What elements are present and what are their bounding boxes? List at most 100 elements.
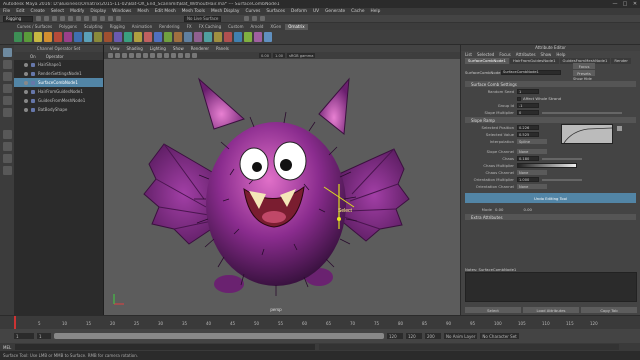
shelf-tab-arnold[interactable]: Arnold [247, 24, 266, 30]
chaos-field[interactable]: 0.180 [517, 156, 539, 161]
scale-tool-icon[interactable] [2, 108, 12, 117]
group-id-field[interactable]: -1 [517, 103, 539, 108]
shelf-tab-sculpting[interactable]: Sculpting [81, 24, 106, 30]
orient-mult-slider[interactable] [542, 178, 582, 181]
menu-deform[interactable]: Deform [291, 9, 307, 14]
affect-whole-strand-checkbox[interactable] [517, 96, 521, 101]
shelf-tab-fx[interactable]: FX [184, 24, 195, 30]
shelf-tool-icon[interactable] [194, 32, 202, 42]
undo-editing-tool-button[interactable]: Undo Editing Tool [465, 193, 636, 203]
shelf-tool-icon[interactable] [44, 32, 52, 42]
shelf-tool-icon[interactable] [94, 32, 102, 42]
visibility-icon[interactable] [24, 71, 28, 76]
isolate-icon[interactable] [185, 53, 190, 58]
shelf-tab-fx-caching[interactable]: FX Caching [196, 24, 224, 30]
shelf-tool-icon[interactable] [264, 32, 272, 42]
attr-menu-help[interactable]: Help [556, 52, 565, 57]
viewport-menu-view[interactable]: View [110, 46, 120, 51]
menu-create[interactable]: Create [31, 9, 45, 14]
shelf-tool-icon[interactable] [24, 32, 32, 42]
film-gate-icon[interactable] [143, 53, 148, 58]
shelf-tab-rendering[interactable]: Rendering [156, 24, 182, 30]
shelf-tool-icon[interactable] [124, 32, 132, 42]
node-name-field[interactable]: SurfaceCombNode1 [501, 69, 561, 75]
shelf-tool-icon[interactable] [134, 32, 142, 42]
select-hierarchy-icon[interactable] [76, 16, 81, 21]
shelf-tab-rigging[interactable]: Rigging [107, 24, 128, 30]
notes-textbox[interactable] [465, 272, 637, 302]
menu-mesh[interactable]: Mesh [137, 9, 148, 14]
menu-file[interactable]: File [3, 9, 10, 14]
slope-channel-dropdown[interactable]: None [517, 149, 547, 154]
chaos-channel-dropdown[interactable]: None [517, 170, 547, 175]
maximize-button[interactable]: □ [620, 1, 630, 7]
focus-button[interactable]: Focus [573, 63, 595, 69]
menu-windows[interactable]: Windows [112, 9, 131, 14]
xray-icon[interactable] [192, 53, 197, 58]
shadows-icon[interactable] [178, 53, 183, 58]
attr-menu-list[interactable]: List [465, 52, 472, 57]
shelf-tool-icon[interactable] [114, 32, 122, 42]
range-slider[interactable] [54, 333, 384, 339]
outliner-item[interactable]: RenderSettingsNode1 [14, 69, 103, 78]
outliner-item[interactable]: GuidesFromMeshNode1 [14, 96, 103, 105]
anim-layer-dropdown[interactable]: No Anim Layer [444, 333, 478, 339]
chaos-slider[interactable] [542, 157, 582, 160]
menu-cache[interactable]: Cache [351, 9, 364, 14]
menu-display[interactable]: Display [90, 9, 106, 14]
menu-edit-mesh[interactable]: Edit Mesh [155, 9, 176, 14]
menu-mesh-display[interactable]: Mesh Display [211, 9, 240, 14]
layout-four-icon[interactable] [2, 142, 12, 151]
shelf-tab-curves-surfaces[interactable]: Curves / Surfaces [14, 24, 55, 30]
shelf-tool-icon[interactable] [254, 32, 262, 42]
shelf-tool-icon[interactable] [54, 32, 62, 42]
load-attributes-button[interactable]: Load Attributes [523, 307, 579, 313]
layout-single-icon[interactable] [2, 130, 12, 139]
textured-icon[interactable] [164, 53, 169, 58]
shelf-tool-icon[interactable] [84, 32, 92, 42]
smooth-shade-icon[interactable] [157, 53, 162, 58]
undo-icon[interactable] [60, 16, 65, 21]
select-object-icon[interactable] [84, 16, 89, 21]
viewport-menu-lighting[interactable]: Lighting [150, 46, 166, 51]
grid-icon[interactable] [136, 53, 141, 58]
rotate-tool-icon[interactable] [2, 96, 12, 105]
menu-modify[interactable]: Modify [70, 9, 84, 14]
new-scene-icon[interactable] [36, 16, 41, 21]
attr-menu-show[interactable]: Show [541, 52, 552, 57]
shelf-tab-polygons[interactable]: Polygons [56, 24, 80, 30]
menu-mesh-tools[interactable]: Mesh Tools [182, 9, 205, 14]
shelf-tool-icon[interactable] [224, 32, 232, 42]
ramp-delete-icon[interactable] [617, 126, 622, 131]
exposure-field[interactable]: 0.00 [259, 53, 272, 58]
shelf-tool-icon[interactable] [184, 32, 192, 42]
slope-ramp-graph[interactable] [561, 124, 613, 144]
time-slider[interactable]: 5 10 15 20 25 30 35 40 45 50 55 60 65 70 75 80 85 90 95 100… [0, 315, 640, 330]
live-surface-field[interactable]: No Live Surface [184, 15, 222, 22]
shelf-tool-icon[interactable] [174, 32, 182, 42]
sel-pos-field[interactable]: 0.226 [517, 125, 539, 130]
viewport-menu-shading[interactable]: Shading [127, 46, 143, 51]
shelf-tool-icon[interactable] [14, 32, 22, 42]
menu-set-dropdown[interactable]: Rigging [3, 15, 33, 22]
redo-icon[interactable] [68, 16, 73, 21]
visibility-icon[interactable] [24, 98, 28, 103]
menu-generate[interactable]: Generate [325, 9, 345, 14]
interp-dropdown[interactable]: Spline [517, 139, 547, 144]
visibility-icon[interactable] [24, 89, 28, 94]
close-button[interactable]: ✕ [630, 1, 640, 7]
snap-point-icon[interactable] [116, 16, 121, 21]
shelf-tool-icon[interactable] [104, 32, 112, 42]
hide-button[interactable]: Hide [584, 77, 592, 81]
viewport-menu-show[interactable]: Show [173, 46, 184, 51]
shelf-tool-icon[interactable] [74, 32, 82, 42]
end-frame-field[interactable]: 120 [406, 333, 422, 339]
chaos-mult-ramp[interactable] [517, 163, 577, 168]
lasso-tool-icon[interactable] [2, 60, 12, 69]
range-start-field[interactable]: 1 [37, 333, 51, 339]
show-button[interactable]: Show [573, 77, 583, 81]
snap-curve-icon[interactable] [108, 16, 113, 21]
outliner-item[interactable]: HairFromGuidesNode1 [14, 87, 103, 96]
visibility-icon[interactable] [24, 62, 28, 67]
select-tool-icon[interactable] [2, 48, 12, 57]
